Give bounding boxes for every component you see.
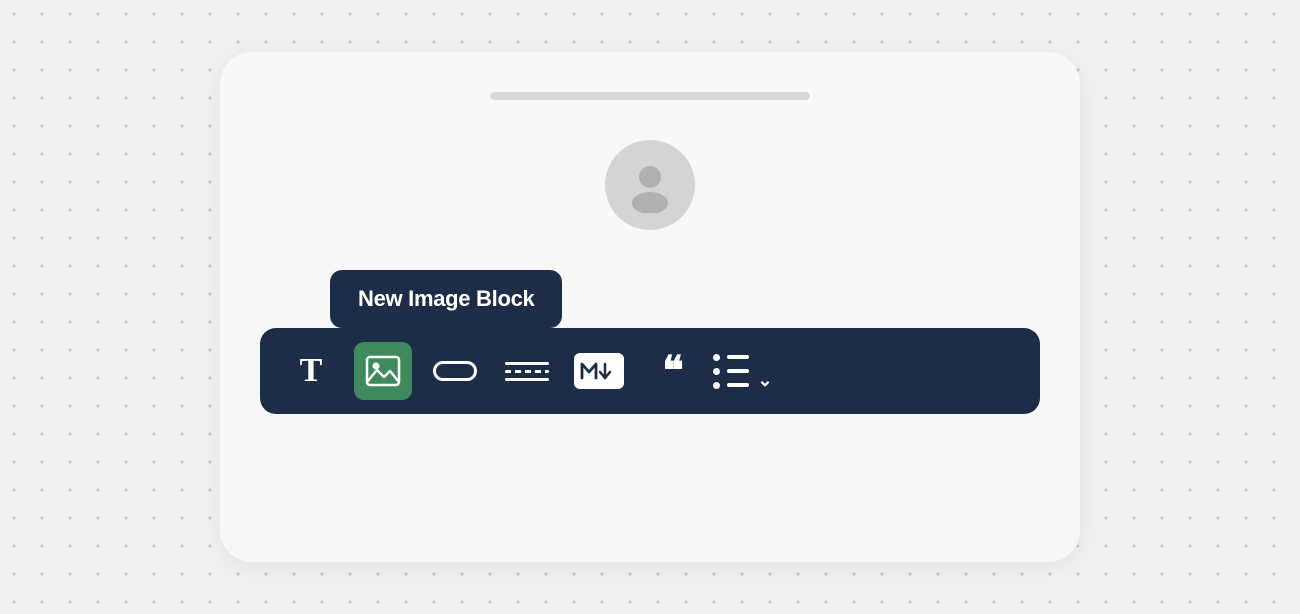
toolbar-wrapper: New Image Block T bbox=[260, 270, 1040, 414]
list-block-button[interactable]: ⌄ bbox=[714, 342, 772, 400]
text-block-button[interactable]: T bbox=[282, 342, 340, 400]
image-block-button[interactable] bbox=[354, 342, 412, 400]
quote-icon: ❝ bbox=[662, 355, 680, 387]
markdown-block-button[interactable] bbox=[570, 342, 628, 400]
tooltip-text: New Image Block bbox=[358, 286, 534, 311]
avatar-icon bbox=[622, 157, 678, 213]
button-block-button[interactable] bbox=[426, 342, 484, 400]
divider-icon bbox=[505, 362, 549, 381]
main-card: New Image Block T bbox=[220, 52, 1080, 562]
divider-block-button[interactable] bbox=[498, 342, 556, 400]
quote-block-button[interactable]: ❝ bbox=[642, 342, 700, 400]
title-bar bbox=[490, 92, 810, 100]
list-icon: ⌄ bbox=[713, 354, 772, 389]
pill-icon bbox=[433, 361, 477, 381]
image-icon bbox=[364, 352, 402, 390]
tooltip: New Image Block bbox=[330, 270, 562, 328]
markdown-icon bbox=[574, 353, 624, 389]
avatar bbox=[605, 140, 695, 230]
toolbar: T bbox=[260, 328, 1040, 414]
text-icon: T bbox=[300, 354, 323, 388]
